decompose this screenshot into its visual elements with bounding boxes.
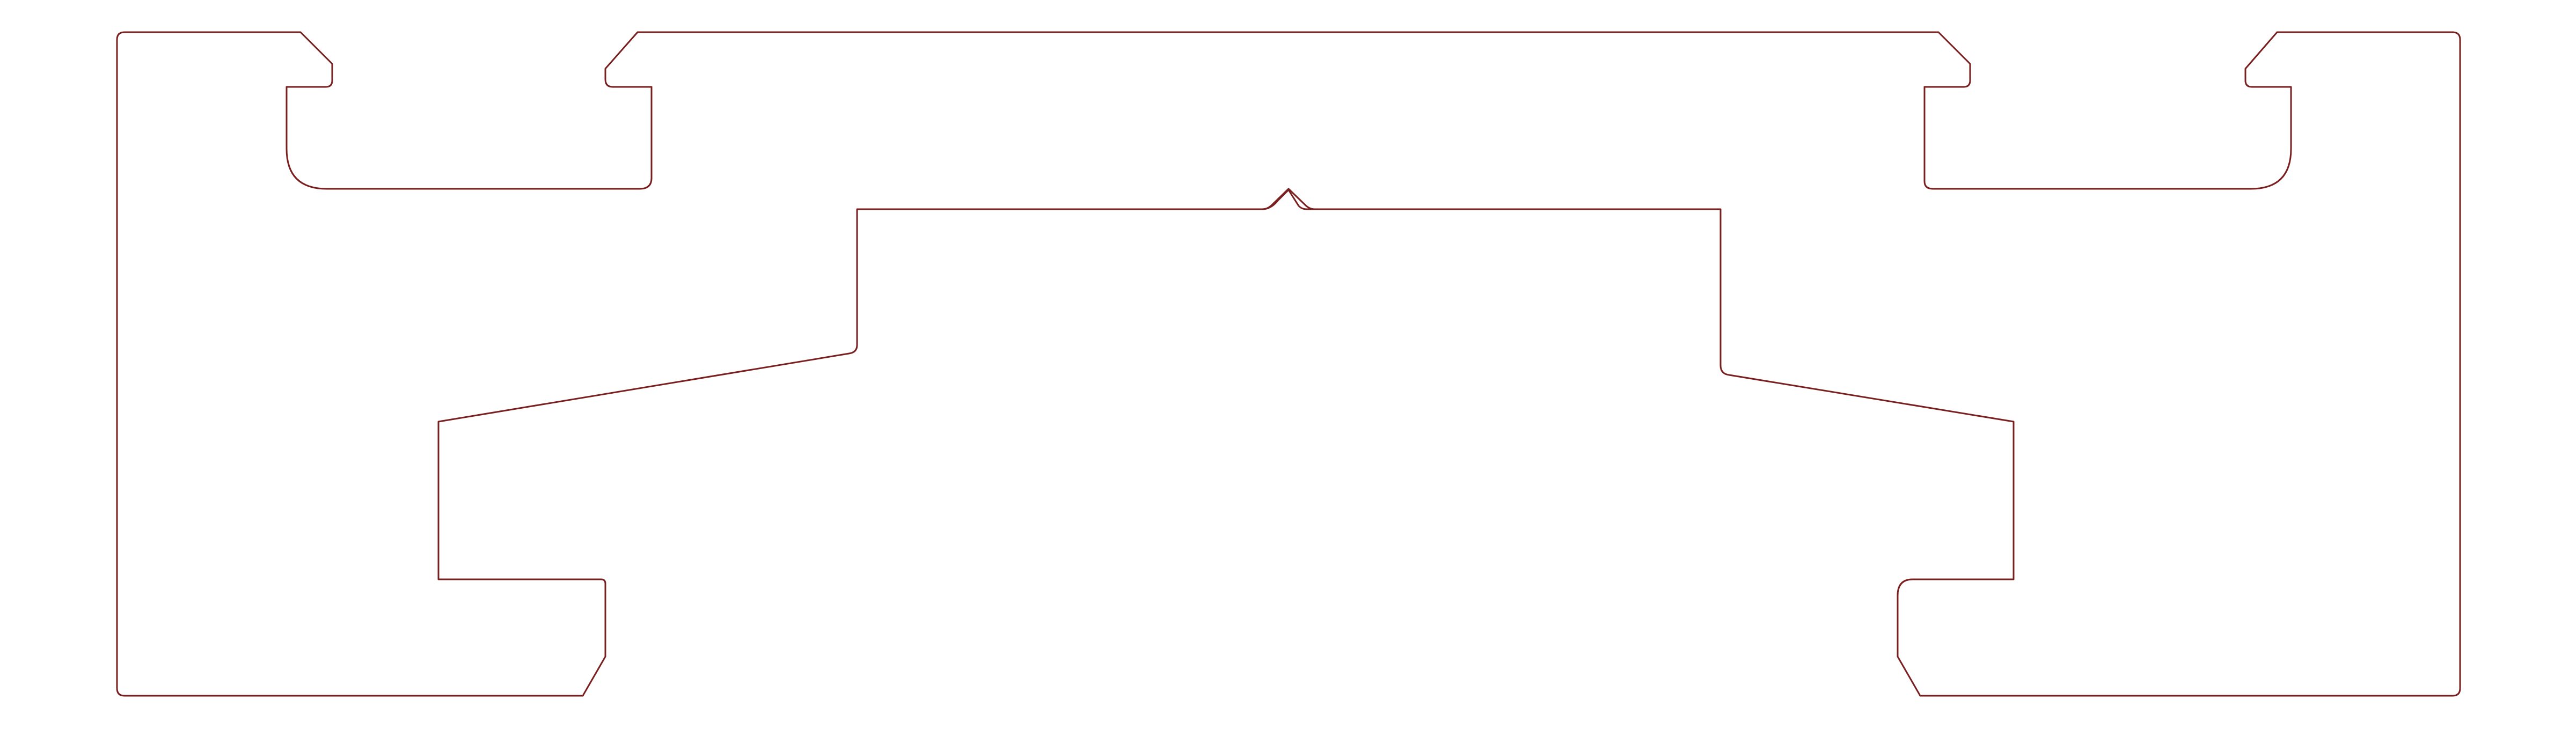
extrusion-profile-drawing <box>0 0 2576 729</box>
drawing-background <box>0 0 2576 729</box>
